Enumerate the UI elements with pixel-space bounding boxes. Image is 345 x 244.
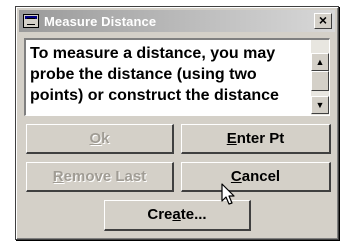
close-button[interactable]: ×: [314, 13, 332, 29]
arrow-up-icon: ▲: [315, 57, 325, 67]
enter-pt-accelerator: E: [226, 130, 237, 147]
mouse-pointer-icon: [221, 183, 235, 205]
scroll-thumb[interactable]: [311, 71, 329, 91]
message-box: To measure a distance, you may probe the…: [24, 38, 330, 116]
cancel-button[interactable]: Cancel: [181, 162, 331, 192]
message-text: To measure a distance, you may probe the…: [30, 45, 279, 104]
dialog-title: Measure Distance: [44, 13, 157, 29]
arrow-down-icon: ▼: [315, 100, 325, 110]
enter-pt-button[interactable]: Enter Pt: [181, 124, 331, 154]
create-accelerator: a: [172, 206, 181, 223]
ok-button[interactable]: Ok: [26, 124, 174, 154]
scroll-down-button[interactable]: ▼: [311, 96, 329, 114]
vertical-scrollbar[interactable]: ▲ ▼: [311, 40, 329, 115]
measure-distance-dialog: Measure Distance × To measure a distance…: [15, 6, 339, 240]
scroll-up-button[interactable]: ▲: [311, 53, 329, 71]
remove-last-accelerator: R: [52, 168, 64, 185]
title-bar[interactable]: Measure Distance ×: [19, 10, 335, 32]
ok-accelerator: O: [89, 130, 102, 147]
remove-last-button[interactable]: Remove Last: [26, 162, 174, 192]
app-icon: [23, 14, 39, 28]
